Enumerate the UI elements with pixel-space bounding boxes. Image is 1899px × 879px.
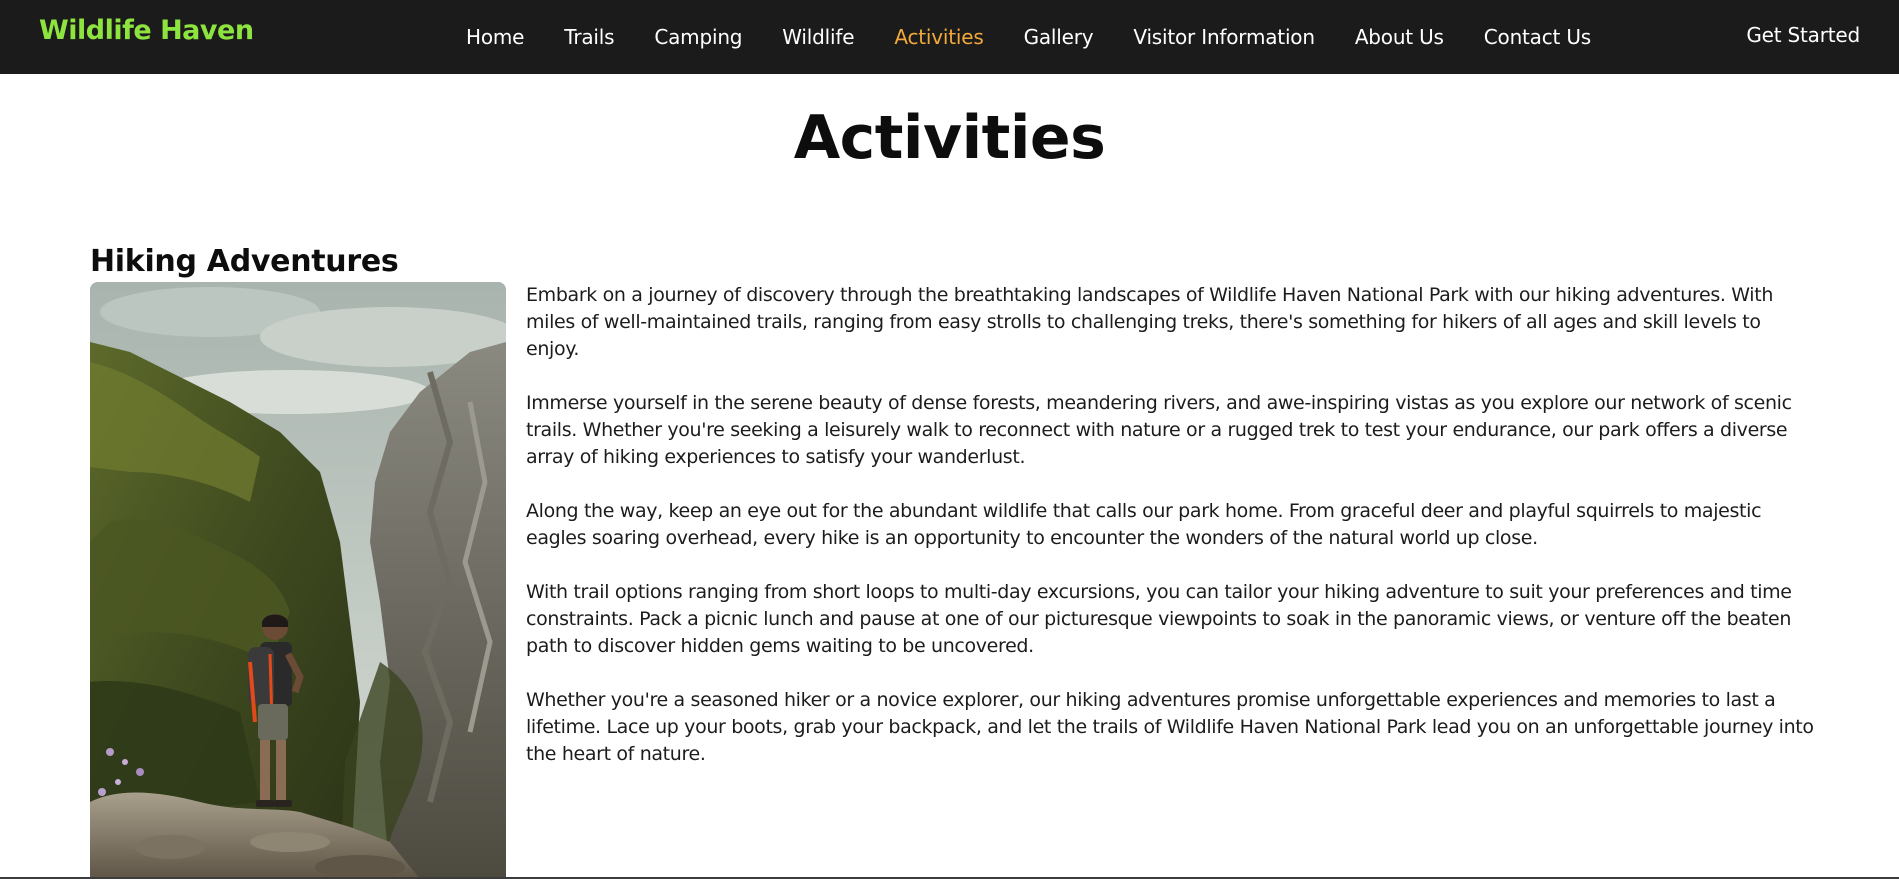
top-navbar: Wildlife Haven Home Trails Camping Wildl… [0, 0, 1899, 74]
nav-link-visitor-information[interactable]: Visitor Information [1133, 25, 1315, 49]
paragraph: Along the way, keep an eye out for the a… [526, 500, 1762, 549]
site-logo[interactable]: Wildlife Haven [39, 15, 254, 46]
paragraph: Embark on a journey of discovery through… [526, 284, 1774, 360]
nav-link-camping[interactable]: Camping [654, 25, 742, 49]
page-title: Activities [793, 103, 1106, 173]
paragraph: Whether you're a seasoned hiker or a nov… [526, 689, 1814, 765]
nav-link-activities[interactable]: Activities [894, 25, 983, 49]
nav-link-trails[interactable]: Trails [564, 25, 614, 49]
nav-link-gallery[interactable]: Gallery [1024, 25, 1094, 49]
paragraph: With trail options ranging from short lo… [526, 581, 1792, 657]
nav-link-wildlife[interactable]: Wildlife [782, 25, 854, 49]
section-title: Hiking Adventures [90, 244, 399, 279]
main-nav: Home Trails Camping Wildlife Activities … [466, 0, 1631, 74]
nav-link-contact-us[interactable]: Contact Us [1484, 25, 1591, 49]
nav-link-home[interactable]: Home [466, 25, 524, 49]
nav-link-about-us[interactable]: About Us [1355, 25, 1444, 49]
hiker-photo [90, 282, 506, 879]
section-content: Embark on a journey of discovery through… [526, 282, 1816, 795]
get-started-button[interactable]: Get Started [1746, 23, 1860, 47]
paragraph: Immerse yourself in the serene beauty of… [526, 392, 1792, 468]
hiker-photo-illustration [90, 282, 506, 879]
